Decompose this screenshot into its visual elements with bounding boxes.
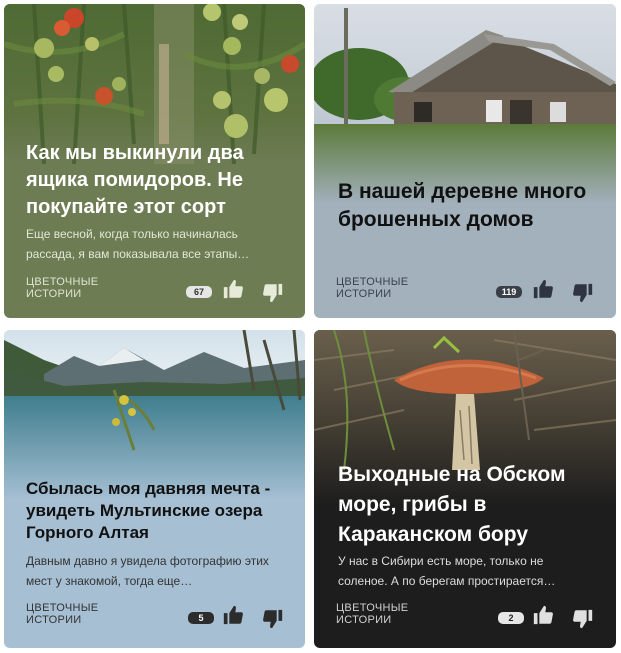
channel-name[interactable]: Цветочные истории [26, 602, 136, 626]
thumbs-up-icon[interactable] [532, 604, 554, 626]
thumbs-down-icon[interactable] [572, 282, 594, 304]
abandoned-wooden-house-photo [314, 4, 616, 204]
channel-name[interactable]: Цветочные истории [26, 276, 136, 300]
article-snippet: Давным давно я увидела фотографию этих м… [26, 554, 269, 588]
thumbs-up-icon[interactable] [222, 278, 244, 300]
card-footer: Цветочные истории 2 [336, 602, 596, 632]
card-footer: Цветочные истории 119 [336, 276, 596, 306]
article-title[interactable]: В нашей деревне много брошенных домов [338, 178, 602, 234]
article-card-tomatoes[interactable]: Как мы выкинули два ящика помидоров. Не … [4, 4, 305, 318]
article-snippet: Еще весной, когда только начиналась расс… [26, 227, 250, 261]
comment-count-badge[interactable]: 5 [188, 612, 214, 624]
article-snippet: У нас в Сибири есть море, только не соле… [338, 554, 556, 588]
article-title[interactable]: Выходные на Обском море, грибы в Каракан… [338, 460, 602, 550]
article-card-multinskie-lakes[interactable]: Сбылась моя давняя мечта - увидеть Мульт… [4, 330, 305, 648]
article-card-obskoe-sea[interactable]: Выходные на Обском море, грибы в Каракан… [314, 330, 616, 648]
thumbs-up-icon[interactable] [532, 278, 554, 300]
channel-name[interactable]: Цветочные истории [336, 602, 446, 626]
comment-count-badge[interactable]: 119 [496, 286, 522, 298]
comment-count-badge[interactable]: 2 [498, 612, 524, 624]
card-footer: Цветочные истории 5 [26, 602, 285, 632]
thumbs-down-icon[interactable] [262, 608, 284, 630]
comment-count-badge[interactable]: 67 [186, 286, 212, 298]
card-footer: Цветочные истории 67 [26, 276, 285, 306]
article-title[interactable]: Как мы выкинули два ящика помидоров. Не … [26, 140, 291, 221]
article-card-abandoned-houses[interactable]: В нашей деревне много брошенных домов Цв… [314, 4, 616, 318]
thumbs-down-icon[interactable] [572, 608, 594, 630]
article-title[interactable]: Сбылась моя давняя мечта - увидеть Мульт… [26, 478, 291, 544]
mountain-lake-photo [4, 330, 305, 500]
thumbs-up-icon[interactable] [222, 604, 244, 626]
channel-name[interactable]: Цветочные истории [336, 276, 446, 300]
thumbs-down-icon[interactable] [262, 282, 284, 304]
